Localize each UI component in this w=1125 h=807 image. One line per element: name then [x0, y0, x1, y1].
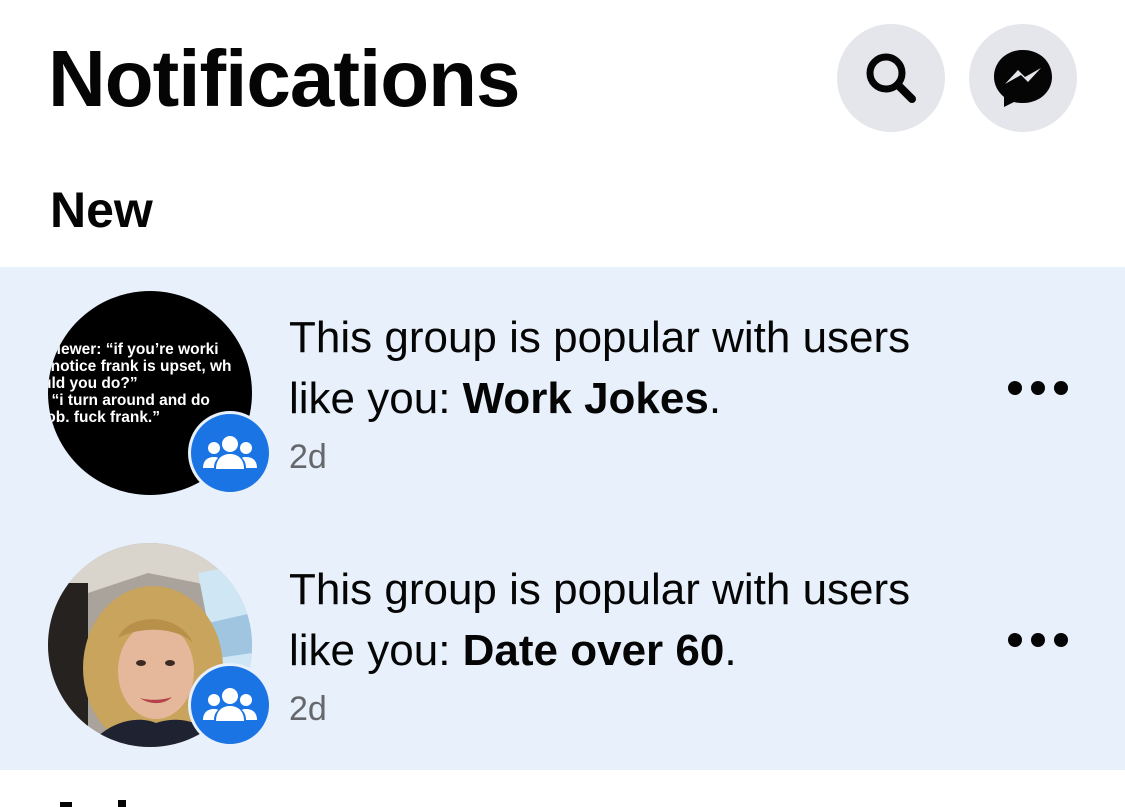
- notification-time: 2d: [289, 438, 327, 476]
- notification-time: 2d: [289, 690, 327, 728]
- more-options-icon: [1008, 381, 1022, 395]
- notification-item[interactable]: This group is popular with users like yo…: [0, 519, 1125, 771]
- notification-item[interactable]: rviewer: “if you’re worki l notice frank…: [0, 267, 1125, 519]
- more-options-button[interactable]: [1008, 381, 1068, 395]
- notification-message: This group is popular with users like yo…: [289, 313, 911, 423]
- messenger-icon: [994, 50, 1052, 107]
- group-badge: [188, 663, 272, 747]
- notification-list: rviewer: “if you’re worki l notice frank…: [0, 267, 1125, 770]
- group-name: Work Jokes: [462, 374, 709, 423]
- notification-content: This group is popular with users like yo…: [289, 307, 969, 477]
- notification-content: This group is popular with users like yo…: [289, 559, 969, 729]
- section-title-new: New: [50, 182, 153, 238]
- more-options-icon: [1008, 633, 1022, 647]
- notification-message: This group is popular with users like yo…: [289, 565, 911, 675]
- more-options-button[interactable]: [1008, 633, 1068, 647]
- group-name: Date over 60: [462, 626, 725, 675]
- group-icon: [203, 688, 257, 721]
- next-section-title-peek: [52, 796, 152, 807]
- page-title: Notifications: [48, 34, 520, 123]
- search-button[interactable]: [837, 24, 945, 132]
- group-badge: [188, 411, 272, 495]
- header: Notifications: [0, 0, 1125, 160]
- messenger-button[interactable]: [969, 24, 1077, 132]
- group-icon: [203, 436, 257, 469]
- search-icon: [866, 53, 916, 103]
